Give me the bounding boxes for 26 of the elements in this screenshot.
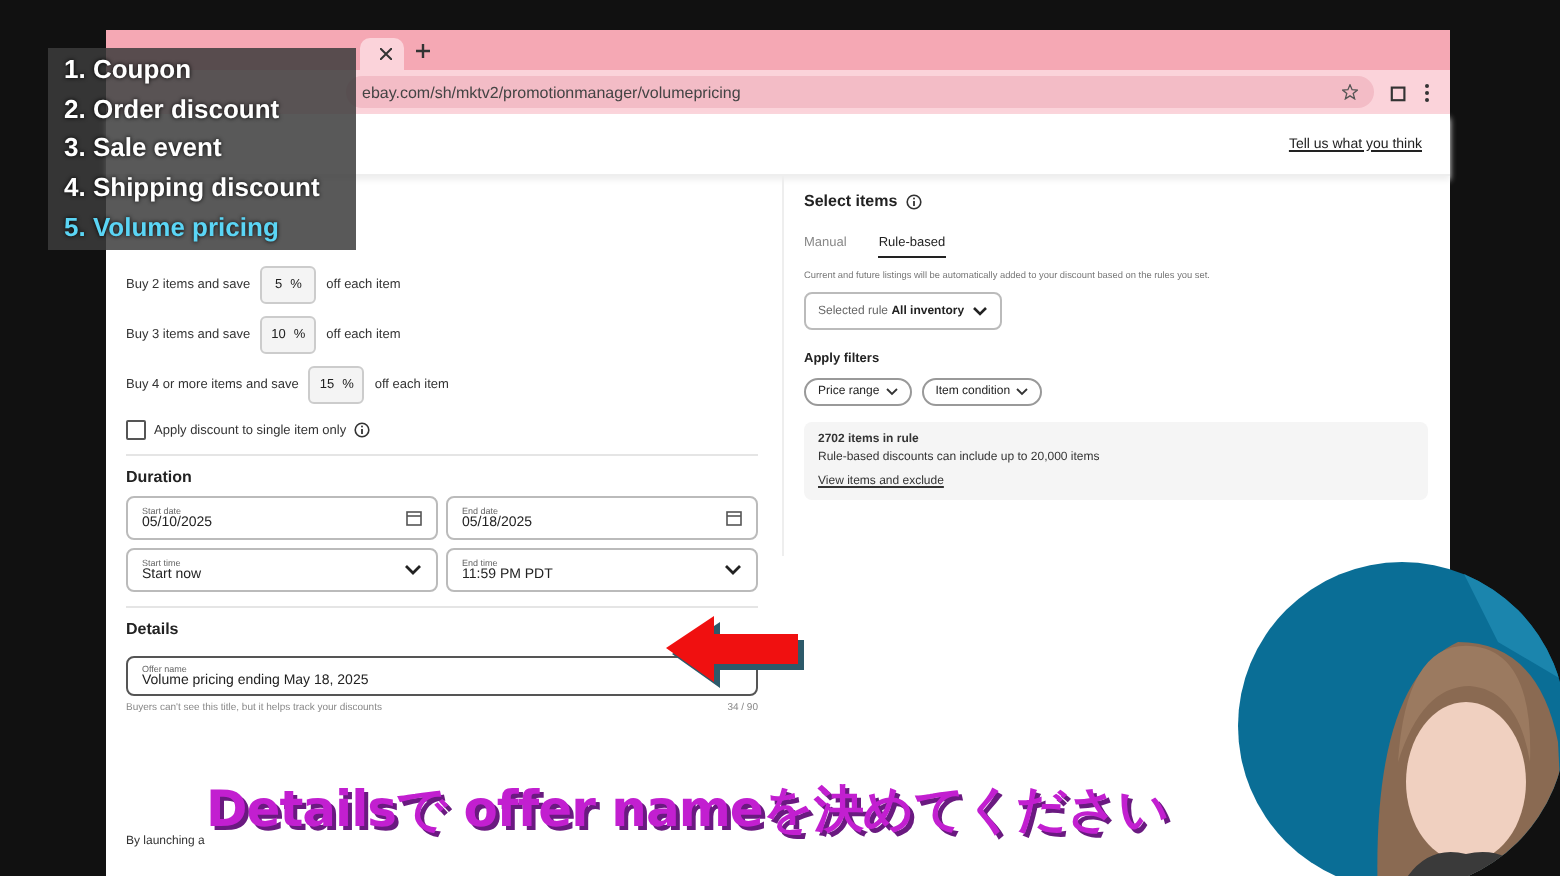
menu-icon[interactable]	[1424, 83, 1430, 101]
section-title: Details	[126, 620, 181, 638]
chevron-down-icon	[724, 564, 742, 576]
caption-text: Detailsで offer nameを決めてください	[206, 778, 1169, 842]
topic-item: 1. Coupon	[64, 56, 194, 85]
close-icon[interactable]	[380, 48, 392, 60]
topic-item: 5. Volume pricing	[64, 213, 281, 242]
checkbox[interactable]	[126, 420, 146, 440]
info-icon[interactable]	[905, 193, 922, 209]
info-icon[interactable]	[354, 422, 371, 438]
calendar-icon	[406, 510, 422, 526]
chevron-down-icon	[972, 306, 989, 316]
calendar-icon	[726, 510, 742, 526]
card-title: Select items	[804, 192, 898, 210]
new-tab-icon[interactable]	[416, 43, 430, 57]
section-title: Duration	[126, 468, 194, 486]
pointer-arrow	[666, 616, 806, 688]
chevron-down-icon	[1016, 388, 1029, 396]
topic-item: 2. Order discount	[64, 95, 282, 124]
chevron-down-icon	[404, 564, 422, 576]
browser-tab[interactable]	[360, 38, 404, 70]
topic-item: 3. Sale event	[64, 134, 224, 164]
chevron-down-icon	[885, 388, 898, 396]
url-text: ebay.com/sh/mktv2/promotionmanager/volumepricing	[362, 83, 741, 101]
star-icon[interactable]	[1342, 84, 1358, 100]
topic-item: 4. Shipping discount	[64, 174, 322, 203]
